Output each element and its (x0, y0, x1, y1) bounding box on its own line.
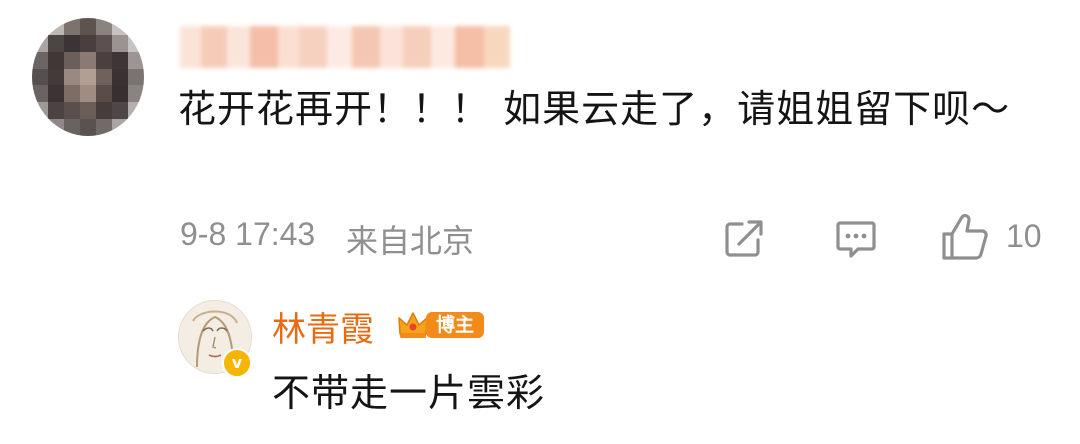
verified-icon: v (222, 348, 252, 378)
reply-button[interactable] (834, 218, 878, 260)
badge-label: 博主 (426, 312, 485, 338)
reply-author-name[interactable]: 林青霞 (272, 302, 374, 351)
like-count: 10 (1006, 218, 1042, 254)
blogger-badge: 博主 (396, 308, 485, 342)
reply-text: 不带走一片雲彩 (272, 371, 546, 415)
comment-location: 来自北京 (346, 222, 475, 260)
like-button[interactable] (940, 212, 990, 262)
commenter-name-blurred[interactable] (180, 26, 510, 68)
share-button[interactable] (722, 218, 766, 260)
comment-icon (836, 221, 876, 258)
crown-icon (398, 312, 428, 338)
commenter-avatar[interactable] (32, 18, 144, 136)
comment-timestamp: 9-8 17:43 (180, 216, 316, 252)
thumbs-up-icon (942, 214, 988, 260)
share-icon (725, 220, 763, 257)
comment-text: 花开花再开！！！ 如果云走了，请姐姐留下呗～ (178, 87, 1011, 131)
